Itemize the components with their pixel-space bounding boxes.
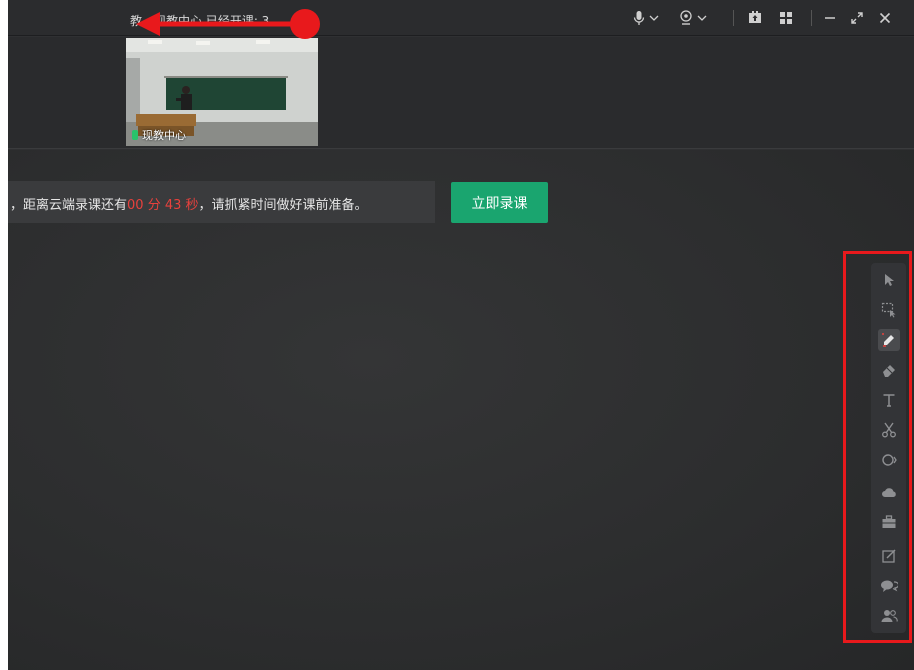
area-select-icon <box>881 302 896 318</box>
microphone-button[interactable] <box>633 8 659 28</box>
screen-share-icon <box>749 11 761 23</box>
tool-scissors[interactable] <box>878 419 900 441</box>
close-icon <box>879 12 891 24</box>
users-icon <box>881 610 898 622</box>
expand-button[interactable] <box>851 8 863 28</box>
tool-toolbox[interactable] <box>878 511 900 533</box>
countdown: 00 分 43 秒 <box>127 198 199 213</box>
notice-text: ，距离云端录课还有00 分 43 秒，请抓紧时间做好课前准备。 <box>10 194 368 213</box>
minimize-button[interactable] <box>824 8 836 28</box>
participant-name: 现教中心 <box>142 129 186 142</box>
camera-icon <box>680 10 692 25</box>
text-icon <box>883 394 895 407</box>
pen-icon <box>882 333 894 347</box>
laser-pointer-icon <box>882 454 897 466</box>
tool-text[interactable] <box>878 389 900 411</box>
scissors-icon <box>882 422 896 438</box>
chat-icon <box>881 580 898 592</box>
microphone-icon <box>633 11 645 25</box>
tool-area-select[interactable] <box>878 299 900 321</box>
video-strip: 现教中心 <box>8 37 914 149</box>
video-tile[interactable]: 现教中心 <box>126 38 318 146</box>
divider <box>733 10 734 26</box>
record-now-button[interactable]: 立即录课 <box>451 182 548 223</box>
toolbox-icon <box>882 515 896 528</box>
notice-suffix: ，请抓紧时间做好课前准备。 <box>198 198 368 213</box>
whiteboard-toolbar <box>871 263 906 633</box>
select-icon <box>885 274 894 286</box>
mic-status-icon <box>132 130 138 140</box>
titlebar: 教…现教中心 已经开课: 3… <box>8 0 914 36</box>
notice-prefix: ，距离云端录课还有 <box>10 198 128 213</box>
chevron-down-icon <box>697 15 707 21</box>
classroom-window: 教…现教中心 已经开课: 3… 现教中心 ，距离云端录课还有00 分 43 秒，… <box>8 0 914 670</box>
layout-grid-icon <box>780 12 792 24</box>
participant-label: 现教中心 <box>132 127 186 143</box>
expand-icon <box>851 12 863 24</box>
layout-button[interactable] <box>779 8 793 28</box>
whiteboard[interactable]: ，距离云端录课还有00 分 43 秒，请抓紧时间做好课前准备。 立即录课 <box>8 150 914 670</box>
camera-button[interactable] <box>679 8 707 28</box>
minimize-icon <box>825 17 835 19</box>
window-title: 教…现教中心 已经开课: 3… <box>130 14 282 28</box>
cloud-icon <box>882 488 896 497</box>
tool-eraser[interactable] <box>878 359 900 381</box>
tool-select[interactable] <box>878 269 900 291</box>
tool-chat[interactable] <box>878 575 900 597</box>
recording-notice: ，距离云端录课还有00 分 43 秒，请抓紧时间做好课前准备。 <box>8 181 435 223</box>
tool-pen[interactable] <box>878 329 900 351</box>
tool-users[interactable] <box>878 605 900 627</box>
edit-note-icon <box>882 549 896 563</box>
close-button[interactable] <box>879 8 891 28</box>
screen-share-button[interactable] <box>748 8 762 28</box>
tool-cloud[interactable] <box>878 481 900 503</box>
tool-laser-pointer[interactable] <box>878 449 900 471</box>
divider <box>811 10 812 26</box>
tool-edit-note[interactable] <box>878 545 900 567</box>
eraser-icon <box>883 365 895 377</box>
chevron-down-icon <box>649 15 659 21</box>
